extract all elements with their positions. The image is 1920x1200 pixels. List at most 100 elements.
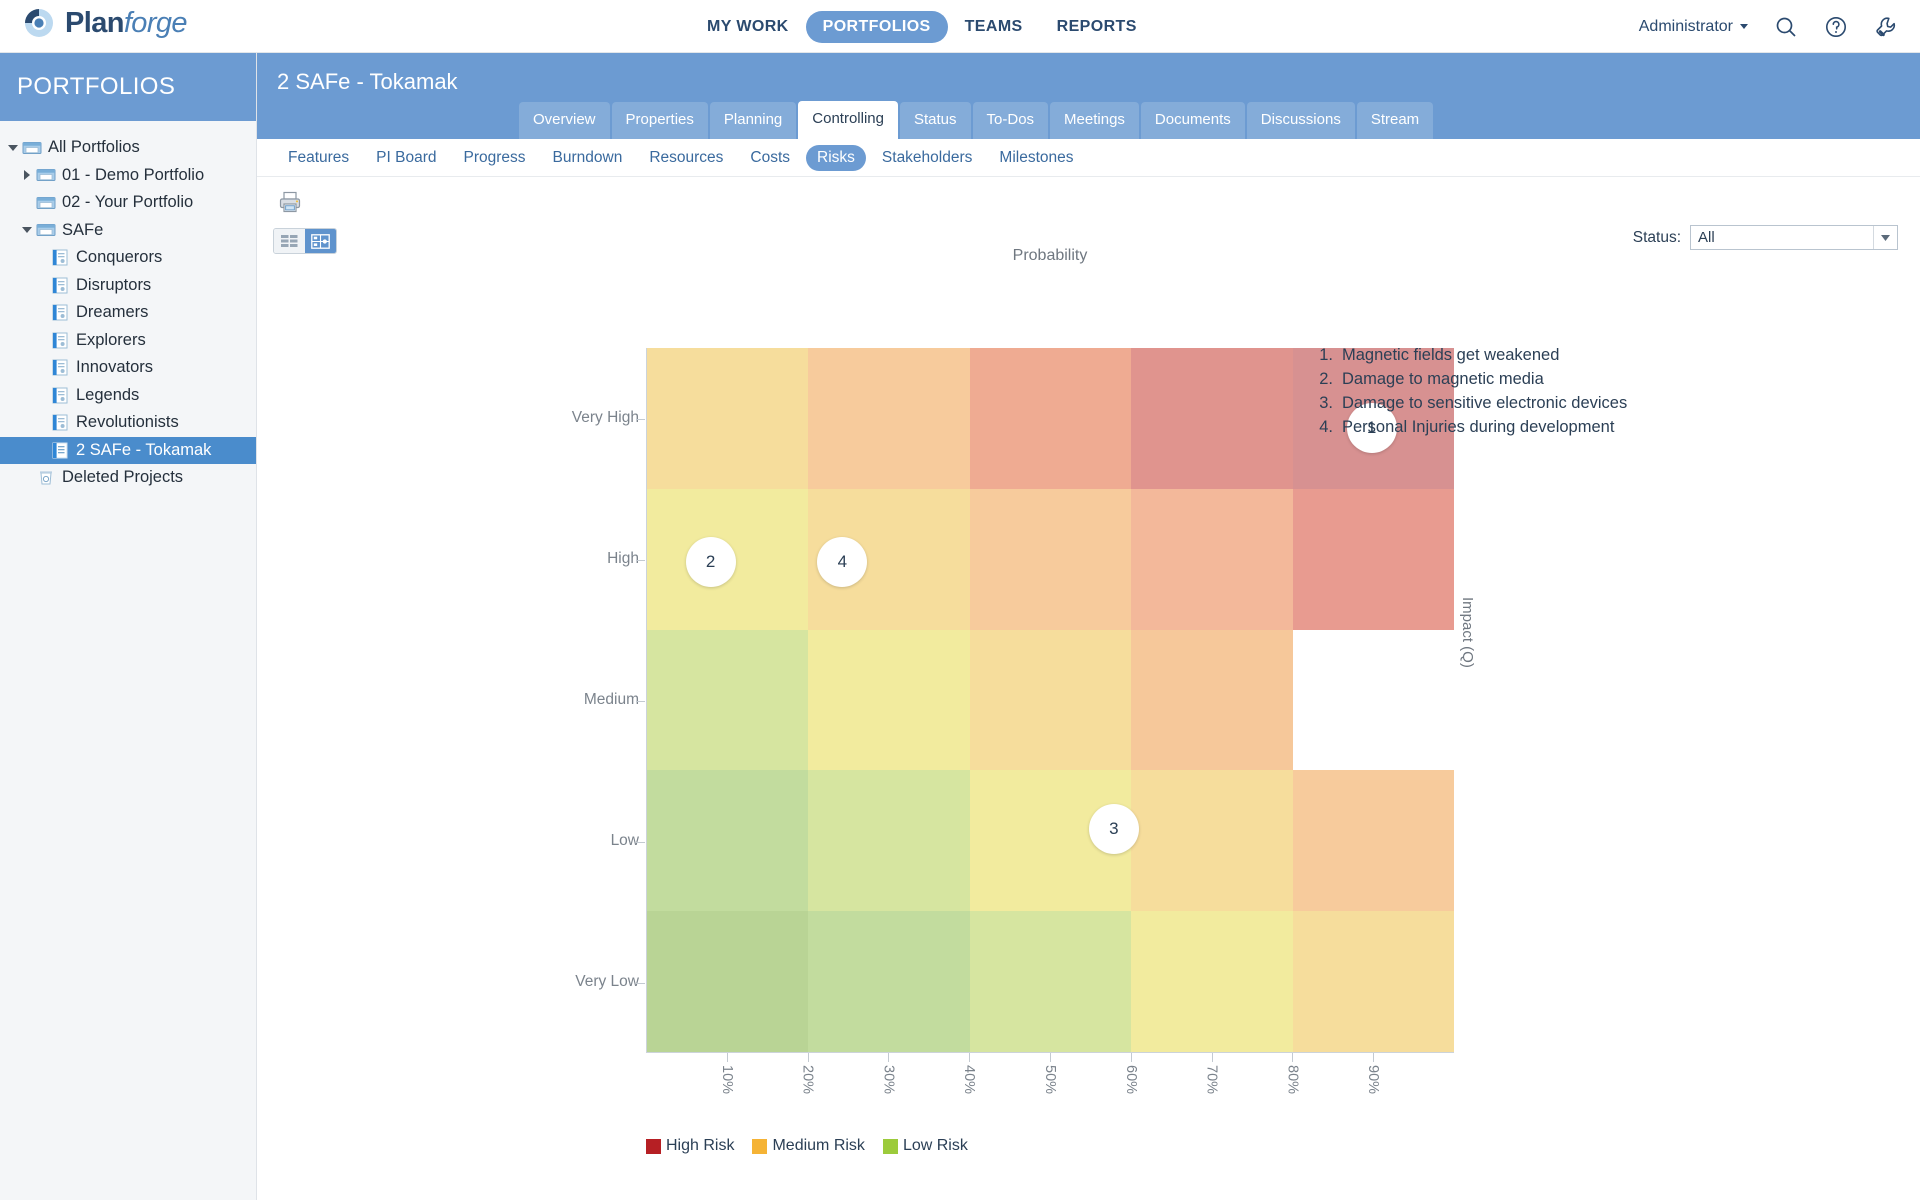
heatmap-cell [1292,911,1454,1052]
tab-documents[interactable]: Documents [1140,102,1245,139]
y-axis-tick [636,418,645,420]
settings-wrench-icon[interactable] [1874,15,1898,39]
subtab-stakeholders[interactable]: Stakeholders [871,145,983,171]
search-icon[interactable] [1774,15,1798,39]
sidebar-item-label: Legends [76,385,140,404]
subtab-features[interactable]: Features [277,145,360,171]
project-icon [49,304,71,321]
tab-status[interactable]: Status [900,102,971,139]
portfolios-sidebar: PORTFOLIOS All Portfolios 01 - Demo Portf… [0,53,257,1200]
nav-item-teams[interactable]: TEAMS [948,11,1040,43]
risk-marker[interactable]: 3 [1088,803,1139,854]
nav-item-portfolios[interactable]: PORTFOLIOS [805,10,948,43]
sidebar-item-label: Revolutionists [76,413,179,432]
portfolio-folder-icon [35,195,57,211]
risk-marker[interactable]: 4 [817,536,868,587]
chevron-down-icon [1740,24,1748,29]
sidebar-item-dreamers[interactable]: Dreamers [0,299,256,327]
subtab-costs[interactable]: Costs [739,145,801,171]
sidebar-item-innovators[interactable]: Innovators [0,354,256,382]
twisty-expanded-icon[interactable] [19,227,35,234]
subtab-resources[interactable]: Resources [638,145,734,171]
risk-item-label[interactable]: Damage to magnetic media [1342,367,1544,391]
heatmap-cell [647,629,809,771]
help-icon[interactable] [1824,15,1848,39]
status-filter-label: Status: [1632,228,1681,246]
tab-stream[interactable]: Stream [1356,102,1434,139]
x-axis-tick [1130,1053,1132,1062]
x-axis-tick [1050,1053,1051,1062]
legend-label: Medium Risk [772,1137,865,1154]
sidebar-item-label: 01 - Demo Portfolio [62,165,205,184]
heatmap-cell [969,488,1132,630]
subtab-milestones[interactable]: Milestones [988,145,1084,171]
risk-item-label[interactable]: Magnetic fields get weakened [1342,343,1559,367]
subtab-pi-board[interactable]: PI Board [365,145,447,171]
y-axis-tick [636,982,645,984]
top-navigation-bar: Planforge MY WORK PORTFOLIOS TEAMS REPORTS … [0,0,1920,53]
subtab-progress[interactable]: Progress [452,145,536,171]
risk-list-item[interactable]: 2. Damage to magnetic media [1307,367,1627,391]
twisty-collapsed-icon[interactable] [19,170,35,181]
tab-to-dos[interactable]: To-Dos [972,102,1049,139]
chart-x-axis-title: Probability [1012,247,1088,264]
sidebar-item-disruptors[interactable]: Disruptors [0,272,256,300]
app-logo[interactable]: Planforge [22,6,188,40]
project-selected-icon [49,442,71,459]
x-axis-tick [726,1053,728,1062]
planforge-circle-logo-icon [22,6,56,40]
heatmap-cell [1131,911,1293,1052]
sidebar-item-02-your-portfolio[interactable]: 02 - Your Portfolio [0,189,256,217]
tab-overview[interactable]: Overview [519,102,610,139]
sidebar-item-safe[interactable]: SAFe [0,217,256,245]
chart-y-axis-title: Impact (Q) [1459,597,1476,668]
risk-item-label[interactable]: Damage to sensitive electronic devices [1342,391,1627,415]
legend-swatch [646,1138,661,1154]
heatmap-grid [646,348,1454,1053]
project-icon [49,387,71,404]
risk-marker[interactable]: 2 [685,536,736,587]
risk-list-item[interactable]: 1. Magnetic fields get weakened [1307,343,1627,367]
nav-item-reports[interactable]: REPORTS [1040,11,1154,43]
tab-discussions[interactable]: Discussions [1246,102,1355,139]
subtab-burndown[interactable]: Burndown [542,145,634,171]
legend-label: High Risk [666,1137,735,1154]
chevron-down-icon[interactable] [1873,226,1897,249]
top-right-controls: Administrator [1639,0,1898,53]
sidebar-item-conquerors[interactable]: Conquerors [0,244,256,272]
sidebar-header: PORTFOLIOS [0,53,256,121]
y-axis-tick-label: Very Low [575,972,639,990]
tab-controlling[interactable]: Controlling [798,101,898,139]
nav-item-my-work[interactable]: MY WORK [690,11,806,43]
heatmap-cell [1131,629,1293,771]
x-axis-tick-label: 40% [961,1065,978,1095]
y-axis-tick-label: Very High [571,408,639,426]
tab-properties[interactable]: Properties [611,102,708,139]
sidebar-item-legends[interactable]: Legends [0,382,256,410]
risk-list-item[interactable]: 4. Personal Injuries during development [1307,415,1627,439]
risk-list-item[interactable]: 3. Damage to sensitive electronic devices [1307,391,1627,415]
tab-meetings[interactable]: Meetings [1050,102,1139,139]
sidebar-item-label: 02 - Your Portfolio [62,193,194,212]
sidebar-item-revolutionists[interactable]: Revolutionists [0,409,256,437]
sidebar-item-2-safe-tokamak[interactable]: 2 SAFe - Tokamak [0,436,256,464]
twisty-expanded-icon[interactable] [5,144,21,151]
sidebar-item-01-demo-portfolio[interactable]: 01 - Demo Portfolio [0,162,256,190]
legend-entry: High Risk [646,1137,734,1155]
sidebar-item-deleted-projects[interactable]: Deleted Projects [0,464,256,492]
sidebar-item-explorers[interactable]: Explorers [0,327,256,355]
risk-item-number: 2. [1319,370,1333,388]
x-axis-tick-label: 90% [1365,1065,1382,1095]
y-axis-tick-label: High [607,549,639,567]
sidebar-item-label: Conquerors [76,248,163,267]
heatmap-cell [647,348,809,489]
subtab-risks[interactable]: Risks [806,144,866,171]
x-axis-tick [1373,1053,1375,1062]
x-axis-tick-label: 70% [1203,1065,1220,1095]
sidebar-item-all-portfolios[interactable]: All Portfolios [0,134,256,162]
project-icon [49,414,71,431]
printer-icon[interactable] [277,189,303,220]
user-menu-button[interactable]: Administrator [1639,18,1748,36]
tab-planning[interactable]: Planning [709,102,797,139]
risk-item-label[interactable]: Personal Injuries during development [1342,415,1614,439]
